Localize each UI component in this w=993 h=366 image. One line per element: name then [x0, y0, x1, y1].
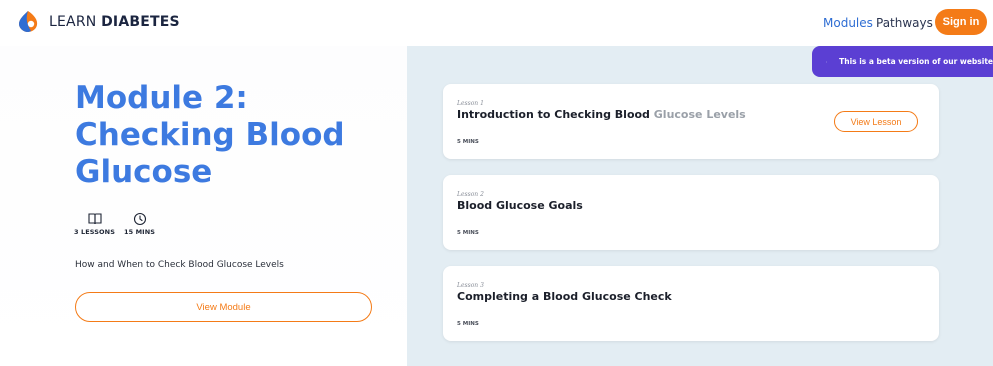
lesson-duration: 5 MINS	[457, 321, 479, 327]
lesson-title-faded: Glucose Levels	[649, 108, 746, 121]
book-icon	[87, 213, 102, 225]
lesson-number: Lesson 2	[457, 191, 484, 198]
brand-bold: DIABETES	[101, 14, 180, 30]
lesson-title-main: Introduction to Checking Blood	[457, 108, 650, 121]
sign-in-button[interactable]: Sign in	[935, 9, 987, 35]
clock-icon	[133, 212, 146, 226]
beta-banner[interactable]: This is a beta version of our website	[812, 46, 993, 77]
brand-light: LEARN	[49, 14, 97, 30]
view-lesson-button[interactable]: View Lesson	[834, 111, 918, 132]
module-duration-label: 15 MINS	[124, 228, 156, 236]
beta-banner-text: This is a beta version of our website	[839, 57, 993, 66]
lessons-count: 3 LESSONS	[74, 212, 115, 236]
module-duration: 15 MINS	[124, 212, 155, 236]
lesson-title: Introduction to Checking Blood Glucose L…	[457, 108, 746, 121]
lesson-title: Blood Glucose Goals	[457, 199, 583, 212]
learn-diabetes-logo-icon[interactable]	[16, 9, 40, 33]
lesson-number: Lesson 1	[457, 100, 484, 107]
lesson-number: Lesson 3	[457, 282, 484, 289]
lesson-card[interactable]: Lesson 1 Introduction to Checking Blood …	[443, 84, 939, 159]
lesson-duration: 5 MINS	[457, 230, 479, 236]
lesson-title: Completing a Blood Glucose Check	[457, 290, 672, 303]
lesson-card[interactable]: Lesson 3 Completing a Blood Glucose Chec…	[443, 266, 939, 341]
module-description: How and When to Check Blood Glucose Leve…	[75, 260, 284, 270]
module-title: Module 2: Checking Blood Glucose	[75, 80, 345, 190]
brand-name[interactable]: LEARN DIABETES	[49, 14, 180, 30]
top-navigation: LEARN DIABETES Modules Pathways Sign in	[0, 0, 993, 46]
megaphone-icon	[826, 60, 828, 63]
lesson-duration: 5 MINS	[457, 139, 479, 145]
view-module-button[interactable]: View Module	[75, 292, 372, 322]
nav-pathways-link[interactable]: Pathways	[876, 16, 933, 30]
nav-modules-link[interactable]: Modules	[823, 16, 873, 30]
lessons-count-label: 3 LESSONS	[74, 228, 115, 236]
lesson-card[interactable]: Lesson 2 Blood Glucose Goals 5 MINS	[443, 175, 939, 250]
